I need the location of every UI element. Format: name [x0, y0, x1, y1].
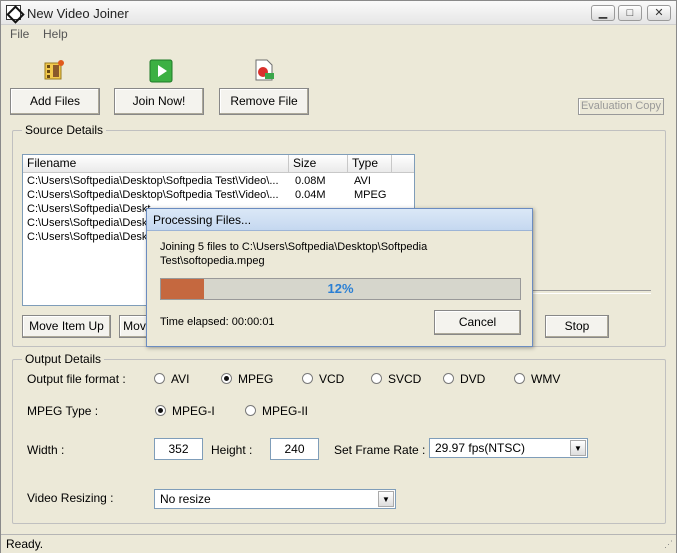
add-files-icon[interactable]: [42, 58, 66, 82]
menu-bar: File Help: [1, 25, 676, 43]
add-files-button[interactable]: Add Files: [10, 88, 100, 115]
height-input[interactable]: 240: [270, 438, 319, 460]
mpeg-i-label[interactable]: MPEG-I: [172, 404, 215, 418]
format-avi-label[interactable]: AVI: [171, 372, 189, 386]
source-details-legend: Source Details: [22, 123, 107, 137]
format-dvd-label[interactable]: DVD: [460, 372, 485, 386]
format-wmv-radio[interactable]: [514, 373, 525, 384]
height-label: Height :: [211, 443, 253, 457]
dialog-title-bar: Processing Files...: [147, 209, 532, 231]
format-wmv-label[interactable]: WMV: [531, 372, 560, 386]
main-window: New Video Joiner ▁ □ ✕ File Help Add Fil…: [0, 0, 677, 553]
cell-filename: C:\Users\Softpedia\Deskt: [27, 231, 151, 243]
output-details-legend: Output Details: [22, 352, 105, 366]
frame-rate-value: 29.97 fps(NTSC): [435, 441, 526, 455]
mpeg-i-radio[interactable]: [155, 405, 166, 416]
move-item-up-button[interactable]: Move Item Up: [22, 315, 111, 338]
dialog-title: Processing Files...: [153, 213, 252, 227]
close-button[interactable]: ✕: [647, 5, 671, 21]
output-format-label: Output file format :: [27, 372, 126, 386]
table-row[interactable]: C:\Users\Softpedia\Desktop\Softpedia Tes…: [23, 174, 414, 188]
window-title: New Video Joiner: [27, 6, 129, 21]
chevron-down-icon[interactable]: ▼: [570, 440, 586, 456]
width-input[interactable]: 352: [154, 438, 203, 460]
format-vcd-radio[interactable]: [302, 373, 313, 384]
remove-file-icon[interactable]: [252, 58, 276, 82]
format-mpeg-label[interactable]: MPEG: [238, 372, 273, 386]
resize-grip-icon[interactable]: ⋰: [664, 539, 673, 550]
mpeg-ii-radio[interactable]: [245, 405, 256, 416]
mpeg-ii-label[interactable]: MPEG-II: [262, 404, 308, 418]
maximize-button[interactable]: □: [618, 5, 642, 21]
dialog-message-line1: Joining 5 files to C:\Users\Softpedia\De…: [160, 241, 428, 253]
app-icon: [6, 5, 21, 20]
time-elapsed-label: Time elapsed: 00:00:01: [160, 316, 275, 328]
cell-size: 0.04M: [295, 189, 326, 201]
cell-filename: C:\Users\Softpedia\Deskt: [27, 217, 151, 229]
minimize-button[interactable]: ▁: [591, 5, 615, 21]
format-dvd-radio[interactable]: [443, 373, 454, 384]
title-bar: New Video Joiner ▁ □ ✕: [1, 1, 676, 25]
video-resizing-value: No resize: [160, 492, 211, 506]
progress-bar: 12%: [160, 278, 521, 300]
frame-rate-select[interactable]: 29.97 fps(NTSC) ▼: [429, 438, 588, 458]
mpeg-type-label: MPEG Type :: [27, 404, 99, 418]
cell-type: MPEG: [354, 189, 387, 201]
move-item-down-button[interactable]: Mov: [119, 315, 149, 338]
width-label: Width :: [27, 443, 65, 457]
format-svcd-radio[interactable]: [371, 373, 382, 384]
progress-text: 12%: [327, 281, 354, 296]
menu-file[interactable]: File: [10, 27, 29, 41]
format-vcd-label[interactable]: VCD: [319, 372, 344, 386]
frame-rate-label: Set Frame Rate :: [334, 443, 426, 457]
evaluation-copy-label: Evaluation Copy: [578, 98, 664, 115]
column-filler: [392, 155, 414, 173]
menu-help[interactable]: Help: [43, 27, 68, 41]
cell-filename: C:\Users\Softpedia\Desktop\Softpedia Tes…: [27, 175, 279, 187]
table-row[interactable]: C:\Users\Softpedia\Desktop\Softpedia Tes…: [23, 188, 414, 202]
chevron-down-icon[interactable]: ▼: [378, 491, 394, 507]
status-bar: Ready. ⋰: [1, 534, 676, 553]
join-now-icon[interactable]: [149, 59, 173, 83]
remove-file-button[interactable]: Remove File: [219, 88, 309, 115]
status-text: Ready.: [6, 537, 44, 551]
column-filename[interactable]: Filename: [23, 155, 289, 173]
format-avi-radio[interactable]: [154, 373, 165, 384]
cell-size: 0.08M: [295, 175, 326, 187]
video-resizing-select[interactable]: No resize ▼: [154, 489, 396, 509]
cell-filename: C:\Users\Softpedia\Desktop\Softpedia Tes…: [27, 189, 279, 201]
stop-button[interactable]: Stop: [545, 315, 609, 338]
join-now-button[interactable]: Join Now!: [114, 88, 204, 115]
video-resizing-label: Video Resizing :: [27, 491, 114, 505]
cell-filename: C:\Users\Softpedia\Deskt: [27, 203, 151, 215]
dialog-message-line2: Test\softopedia.mpeg: [160, 255, 265, 267]
column-size[interactable]: Size: [289, 155, 348, 173]
cancel-button[interactable]: Cancel: [434, 310, 521, 335]
main-progress-track: [533, 290, 651, 294]
format-mpeg-radio[interactable]: [221, 373, 232, 384]
processing-dialog: Processing Files... Joining 5 files to C…: [146, 208, 533, 347]
format-svcd-label[interactable]: SVCD: [388, 372, 421, 386]
column-type[interactable]: Type: [348, 155, 392, 173]
cell-type: AVI: [354, 175, 371, 187]
